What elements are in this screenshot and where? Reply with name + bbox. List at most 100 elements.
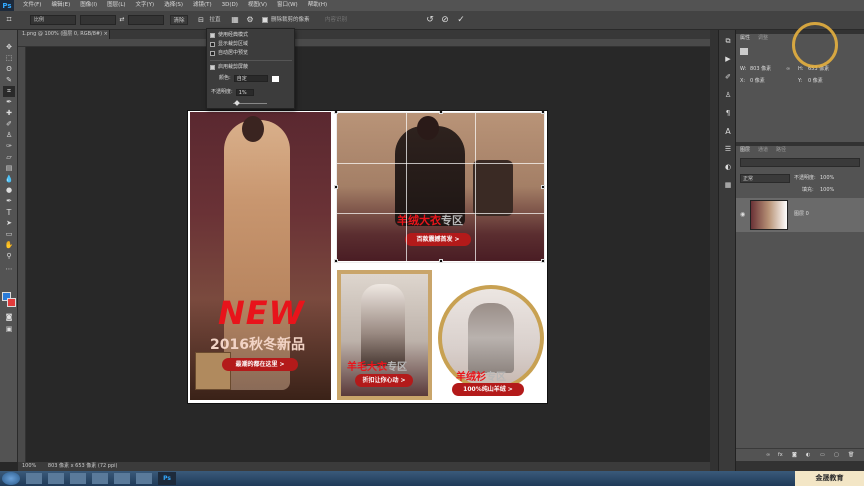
straighten-label[interactable]: 拉直	[207, 15, 223, 25]
taskbar-app-icon[interactable]	[48, 473, 64, 484]
color-select[interactable]: 自定	[233, 75, 268, 82]
crop-handle-tr[interactable]	[541, 110, 545, 114]
link-icon[interactable]: ∞	[786, 65, 790, 74]
crop-shield-checkbox[interactable]	[210, 65, 215, 70]
auto-center-option[interactable]: 自动居中预览	[210, 50, 248, 57]
new-layer-icon[interactable]: ▢	[834, 451, 839, 460]
taskbar-app-icon[interactable]	[70, 473, 86, 484]
lasso-tool-icon[interactable]: ʘ	[3, 64, 15, 75]
delete-cropped-checkbox[interactable]	[262, 17, 268, 23]
paths-tab[interactable]: 路径	[776, 146, 786, 155]
layers-tab[interactable]: 图层	[740, 146, 750, 155]
menu-edit[interactable]: 编辑(E)	[46, 0, 75, 11]
channels-tab[interactable]: 通道	[758, 146, 768, 155]
mask-icon[interactable]: ◙	[792, 451, 797, 460]
clone-source-icon[interactable]: ♙	[722, 90, 734, 101]
color-swatch[interactable]	[271, 75, 279, 82]
show-cropped-area-checkbox[interactable]	[210, 42, 215, 47]
crop-tool-icon[interactable]: ⌗	[4, 15, 14, 25]
crop-selection-box[interactable]	[334, 110, 545, 263]
auto-center-checkbox[interactable]	[210, 51, 215, 56]
crop-handle-br[interactable]	[541, 259, 545, 263]
eye-icon[interactable]: ◉	[740, 210, 745, 219]
ratio-select[interactable]: 比例	[30, 15, 76, 25]
taskbar-app-icon[interactable]	[114, 473, 130, 484]
folder-icon[interactable]: ▭	[820, 451, 825, 460]
swap-icon[interactable]: ⇄	[118, 15, 126, 25]
crop-tool-button[interactable]: ⌗	[3, 86, 15, 97]
menu-3d[interactable]: 3D(D)	[217, 0, 243, 11]
path-select-tool-icon[interactable]: ➤	[3, 218, 15, 229]
actions-panel-icon[interactable]: ▶	[722, 54, 734, 65]
adjustment-layer-icon[interactable]: ◐	[806, 451, 810, 460]
move-tool-icon[interactable]: ✥	[3, 42, 15, 53]
document-tab[interactable]: 1.png @ 100% (图层 0, RGB/8#) ×	[18, 30, 110, 39]
layer-name[interactable]: 图层 0	[794, 210, 809, 219]
straighten-icon[interactable]: ⊟	[196, 15, 206, 25]
start-button[interactable]	[2, 472, 20, 485]
quick-mask-icon[interactable]: ◙	[3, 312, 15, 323]
close-tab-icon[interactable]: ×	[104, 31, 108, 37]
reset-icon[interactable]: ↺	[425, 15, 435, 25]
history-brush-icon[interactable]: ✑	[3, 141, 15, 152]
swatches-panel-icon[interactable]: ▦	[722, 180, 734, 191]
show-cropped-area-option[interactable]: 显示裁剪区域	[210, 41, 248, 48]
history-panel-icon[interactable]: ⧉	[722, 36, 734, 47]
adjustments-tab[interactable]: 调整	[758, 34, 768, 43]
screen-mode-icon[interactable]: ▣	[3, 324, 15, 335]
more-tools-icon[interactable]: ⋯	[3, 264, 15, 275]
opacity-input[interactable]: 1%	[235, 89, 254, 96]
fx-icon[interactable]: fx	[778, 451, 783, 460]
marquee-tool-icon[interactable]: ⬚	[3, 53, 15, 64]
layer-filter-bar[interactable]	[740, 158, 860, 167]
grid-overlay-icon[interactable]: ▦	[230, 15, 240, 25]
stamp-tool-icon[interactable]: ♙	[3, 130, 15, 141]
crop-handle-bl[interactable]	[334, 259, 338, 263]
ratio-height-input[interactable]	[128, 15, 164, 25]
zoom-level[interactable]: 100%	[22, 463, 36, 469]
crop-handle-t[interactable]	[439, 110, 443, 114]
opacity-value[interactable]: 100%	[820, 174, 834, 183]
properties-tab[interactable]: 属性	[740, 34, 750, 43]
shape-tool-icon[interactable]: ▭	[3, 229, 15, 240]
crop-shield-option[interactable]: 启用裁剪屏蔽	[210, 64, 248, 71]
classic-mode-option[interactable]: 使用经典模式	[210, 32, 248, 39]
menu-file[interactable]: 文件(F)	[18, 0, 46, 11]
crop-handle-l[interactable]	[334, 185, 338, 189]
crop-handle-b[interactable]	[439, 259, 443, 263]
photoshop-taskbar-icon[interactable]: Ps	[158, 472, 176, 485]
quick-select-tool-icon[interactable]: ✎	[3, 75, 15, 86]
blur-tool-icon[interactable]: 💧	[3, 174, 15, 185]
hand-tool-icon[interactable]: ✋	[3, 240, 15, 251]
blend-mode-select[interactable]: 正常	[740, 174, 790, 183]
clear-button[interactable]: 清除	[170, 15, 188, 25]
y-value[interactable]: 0 像素	[808, 77, 823, 86]
brush-tool-icon[interactable]: ✐	[3, 119, 15, 130]
eraser-tool-icon[interactable]: ▱	[3, 152, 15, 163]
crop-handle-tl[interactable]	[334, 110, 338, 114]
classic-mode-checkbox[interactable]	[210, 33, 215, 38]
background-color-swatch[interactable]	[7, 298, 16, 307]
crop-handle-r[interactable]	[541, 185, 545, 189]
commit-check-icon[interactable]: ✓	[456, 15, 466, 25]
character-panel-icon[interactable]: A	[722, 126, 734, 137]
dodge-tool-icon[interactable]: ●	[3, 185, 15, 196]
ratio-width-input[interactable]	[80, 15, 116, 25]
menu-filter[interactable]: 滤镜(T)	[188, 0, 217, 11]
menu-layer[interactable]: 图层(L)	[102, 0, 130, 11]
gradient-tool-icon[interactable]: ▤	[3, 163, 15, 174]
x-value[interactable]: 0 像素	[750, 77, 765, 86]
menu-help[interactable]: 帮助(H)	[303, 0, 332, 11]
menu-image[interactable]: 图像(I)	[75, 0, 102, 11]
taskbar-app-icon[interactable]	[92, 473, 108, 484]
menu-window[interactable]: 窗口(W)	[272, 0, 303, 11]
taskbar-app-icon[interactable]	[136, 473, 152, 484]
w-value[interactable]: 803 像素	[750, 65, 771, 74]
pen-tool-icon[interactable]: ✒	[3, 196, 15, 207]
opacity-slider-thumb[interactable]	[234, 100, 240, 106]
cancel-icon[interactable]: ⊘	[440, 15, 450, 25]
link-layers-icon[interactable]: ∞	[766, 451, 770, 460]
libraries-icon[interactable]: ☰	[722, 144, 734, 155]
menu-select[interactable]: 选择(S)	[159, 0, 188, 11]
paragraph-panel-icon[interactable]: ¶	[722, 108, 734, 119]
